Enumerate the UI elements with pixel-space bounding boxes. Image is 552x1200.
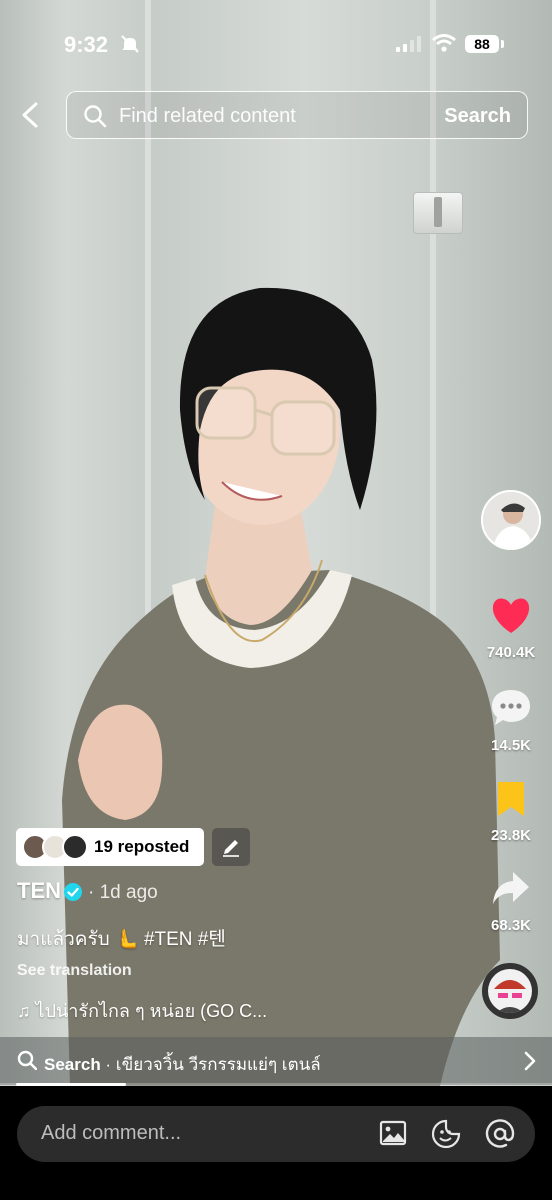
like-button[interactable]: 740.4K	[476, 597, 546, 661]
see-translation-link[interactable]: See translation	[17, 962, 132, 980]
suggestion-query: · เขียวจวิ้น วีรกรรมแย่ๆ เตนล์	[100, 1055, 321, 1074]
save-count: 23.8K	[490, 827, 532, 844]
post-age: · 1d ago	[88, 882, 158, 903]
status-time: 9:32	[64, 32, 109, 57]
share-arrow-icon	[493, 872, 529, 904]
mention-icon[interactable]	[485, 1119, 515, 1149]
pencil-icon	[223, 840, 239, 857]
back-arrow-icon[interactable]	[18, 100, 46, 130]
edit-button[interactable]	[212, 828, 250, 866]
cellular-signal-icon	[396, 36, 421, 52]
heart-icon	[492, 598, 530, 633]
bookmark-icon	[498, 782, 524, 816]
creator-avatar[interactable]	[481, 490, 541, 550]
comment-placeholder: Add comment...	[41, 1122, 182, 1144]
comment-button[interactable]: 14.5K	[476, 688, 546, 754]
bell-muted-icon	[121, 35, 139, 53]
reposted-chip[interactable]: 19 reposted	[16, 828, 204, 866]
status-bar: 9:32 88	[0, 0, 552, 80]
music-disc-cover	[488, 969, 532, 1013]
music-track[interactable]: ♫ ไปน่ารักไกล ๆ หน่อย (GO C...	[17, 996, 267, 1025]
search-suggestion-bar[interactable]: Search · เขียวจวิ้น วีรกรรมแย่ๆ เตนล์	[0, 1037, 552, 1085]
search-placeholder: Find related content	[119, 105, 296, 127]
image-icon[interactable]	[379, 1119, 407, 1147]
music-note-icon: ♫	[17, 1001, 36, 1021]
avatar-image	[483, 492, 539, 548]
search-button[interactable]: Search	[444, 105, 511, 128]
share-count: 68.3K	[490, 917, 532, 934]
comment-bubble-icon	[492, 690, 530, 725]
author-name[interactable]: TEN	[17, 878, 61, 904]
search-icon	[84, 105, 107, 128]
comment-input[interactable]: Add comment...	[17, 1106, 535, 1162]
reposted-label: 19 reposted	[94, 837, 190, 856]
suggestion-label: Search	[44, 1055, 101, 1074]
playback-progress-fill	[16, 1083, 126, 1086]
music-title: ไปน่ารักไกล ๆ หน่อย (GO C...	[35, 1001, 268, 1021]
like-count: 740.4K	[486, 644, 536, 661]
wifi-icon	[432, 34, 456, 52]
music-disc[interactable]	[482, 963, 538, 1019]
verified-badge-icon	[64, 883, 82, 901]
battery-indicator: 88	[465, 35, 499, 53]
post-caption[interactable]: มาแล้วครับ 🫷 #TEN #텐	[17, 924, 226, 954]
battery-nub	[501, 40, 504, 48]
comment-count: 14.5K	[490, 737, 532, 754]
search-icon	[17, 1050, 37, 1070]
search-input[interactable]: Find related content Search	[66, 91, 528, 139]
chevron-right-icon	[524, 1051, 536, 1071]
share-button[interactable]: 68.3K	[476, 870, 546, 934]
repost-avatar	[62, 834, 88, 860]
save-button[interactable]: 23.8K	[476, 780, 546, 844]
emoji-icon[interactable]	[431, 1119, 461, 1149]
